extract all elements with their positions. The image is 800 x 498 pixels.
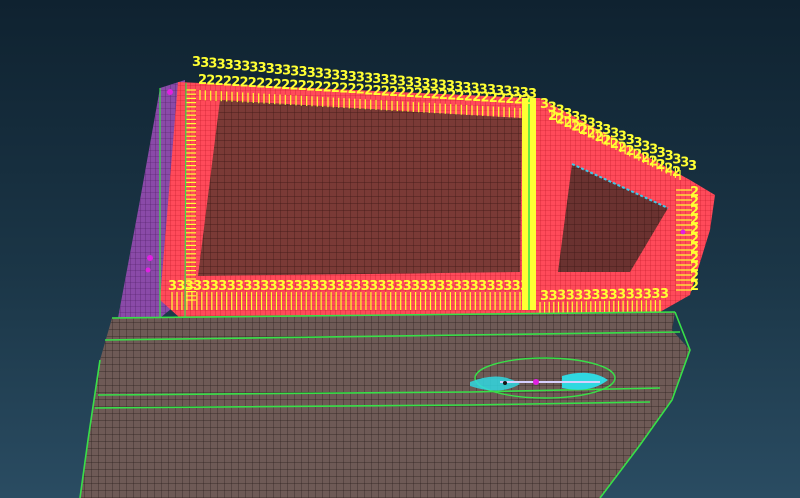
- constraint-label: 3: [520, 279, 529, 294]
- constraint-label: 2: [690, 279, 699, 294]
- door-mesh-scene: 3333333333333333333333333333333333333333…: [79, 55, 715, 498]
- constraint-labels-quarter: 22222222222: [690, 185, 699, 294]
- constraint-label: 2: [522, 93, 531, 108]
- fe-viewport[interactable]: 3333333333333333333333333333333333333333…: [0, 0, 800, 498]
- constraint-label: 3: [688, 159, 697, 174]
- constraint-label: 2: [672, 165, 681, 180]
- constraint-label: 3: [660, 287, 669, 302]
